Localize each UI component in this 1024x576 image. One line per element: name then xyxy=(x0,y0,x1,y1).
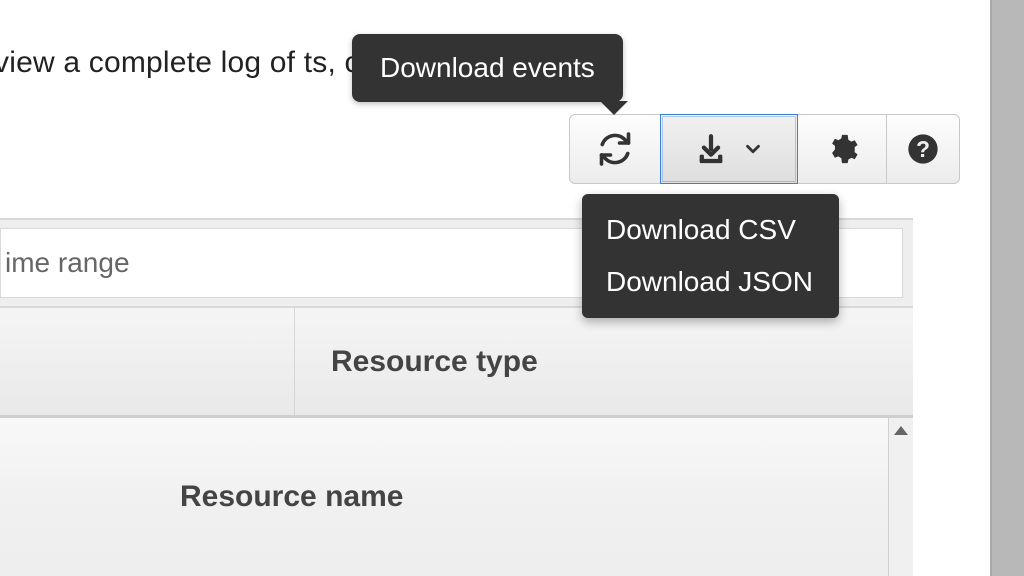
download-events-tooltip: Download events xyxy=(352,34,623,102)
menu-item-label: Download JSON xyxy=(606,266,813,297)
download-icon xyxy=(694,132,728,166)
help-button[interactable]: ? xyxy=(886,114,960,184)
download-json-item[interactable]: Download JSON xyxy=(582,256,839,308)
time-range-placeholder: ime range xyxy=(5,247,130,279)
subheader-resource-name[interactable]: Resource name xyxy=(0,480,403,514)
window-scrollbar[interactable] xyxy=(990,0,1024,576)
gear-icon xyxy=(825,132,859,166)
toolbar: ? xyxy=(569,114,960,184)
download-events-button[interactable] xyxy=(660,114,798,184)
table-header-blank[interactable] xyxy=(0,308,294,415)
table-header-row: Resource type xyxy=(0,308,913,416)
tooltip-label: Download events xyxy=(380,52,595,83)
settings-button[interactable] xyxy=(797,114,887,184)
refresh-button[interactable] xyxy=(569,114,661,184)
chevron-down-icon xyxy=(742,138,764,160)
table-subheader-row: Resource name xyxy=(0,416,913,576)
subheader-label: Resource name xyxy=(180,480,403,513)
scroll-up-icon xyxy=(894,426,908,435)
svg-text:?: ? xyxy=(916,136,930,162)
download-menu: Download CSV Download JSON xyxy=(582,194,839,318)
download-csv-item[interactable]: Download CSV xyxy=(582,204,839,256)
column-label: Resource type xyxy=(331,345,538,379)
refresh-icon xyxy=(597,131,633,167)
table-header-resource-type[interactable]: Resource type xyxy=(294,308,913,415)
help-icon: ? xyxy=(907,133,939,165)
inner-scrollbar[interactable] xyxy=(888,416,913,576)
menu-item-label: Download CSV xyxy=(606,214,796,245)
